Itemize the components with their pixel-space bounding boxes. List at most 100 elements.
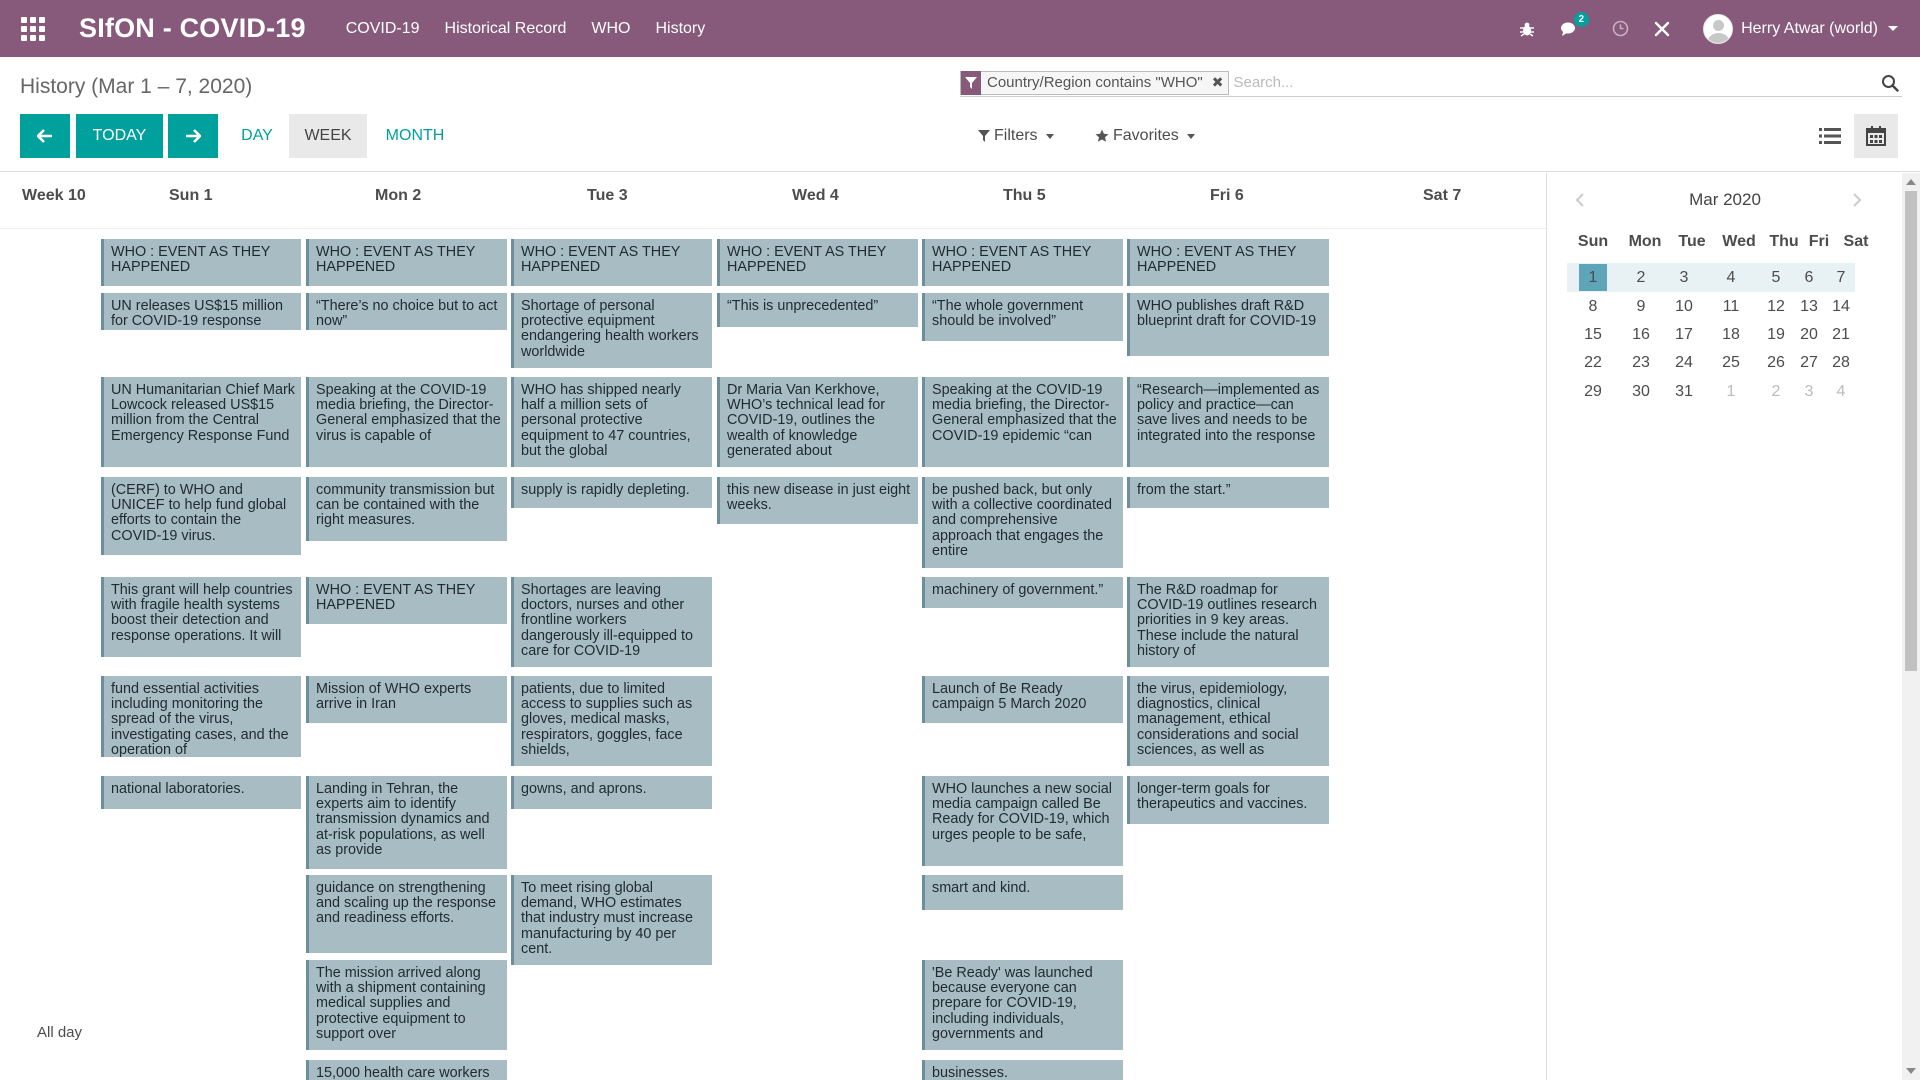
mini-calendar-day[interactable]: 12 [1762, 293, 1790, 320]
calendar-event[interactable]: WHO publishes draft R&D blueprint draft … [1127, 293, 1329, 356]
tools-icon[interactable] [1652, 19, 1672, 39]
scale-month-button[interactable]: MONTH [375, 114, 455, 158]
search-icon[interactable] [1878, 71, 1902, 95]
day-header-wed[interactable]: Wed 4 [792, 187, 839, 205]
mini-calendar-day[interactable]: 7 [1827, 264, 1855, 291]
scale-day-button[interactable]: DAY [232, 114, 282, 158]
messages-icon[interactable]: 2 [1559, 11, 1590, 39]
calendar-event[interactable]: (CERF) to WHO and UNICEF to help fund gl… [101, 477, 301, 555]
calendar-event[interactable]: WHO : EVENT AS THEY HAPPENED [306, 577, 507, 624]
scale-week-button[interactable]: WEEK [289, 114, 367, 158]
calendar-event[interactable]: Landing in Tehran, the experts aim to id… [306, 776, 507, 869]
mini-calendar-day[interactable]: 4 [1717, 264, 1745, 291]
mini-calendar-day[interactable]: 13 [1795, 293, 1823, 320]
scroll-up-arrow[interactable] [1906, 179, 1916, 185]
calendar-event[interactable]: “Research—implemented as policy and prac… [1127, 377, 1329, 467]
calendar-event[interactable]: fund essential activities including moni… [101, 676, 301, 757]
mini-calendar-day[interactable]: 10 [1670, 293, 1698, 320]
calendar-event[interactable]: Shortage of personal protective equipmen… [511, 293, 712, 368]
mini-calendar-day[interactable]: 19 [1762, 321, 1790, 348]
calendar-event[interactable]: patients, due to limited access to suppl… [511, 676, 712, 766]
next-button[interactable] [168, 114, 218, 158]
calendar-event[interactable]: UN releases US$15 million for COVID-19 r… [101, 293, 301, 330]
day-header-thu[interactable]: Thu 5 [1003, 187, 1046, 205]
calendar-event[interactable]: from the start.” [1127, 477, 1329, 508]
calendar-event[interactable]: To meet rising global demand, WHO estima… [511, 875, 712, 965]
calendar-event[interactable]: Dr Maria Van Kerkhove, WHO’s technical l… [717, 377, 918, 467]
calendar-event[interactable]: The mission arrived along with a shipmen… [306, 960, 507, 1050]
prev-button[interactable] [20, 114, 70, 158]
calendar-event[interactable]: Speaking at the COVID-19 media briefing,… [922, 377, 1123, 467]
mini-calendar-day[interactable]: 2 [1627, 264, 1655, 291]
day-header-sun[interactable]: Sun 1 [169, 187, 213, 205]
calendar-event[interactable]: The R&D roadmap for COVID-19 outlines re… [1127, 577, 1329, 667]
calendar-event[interactable]: WHO : EVENT AS THEY HAPPENED [101, 239, 301, 286]
mini-calendar-day[interactable]: 26 [1762, 349, 1790, 376]
calendar-event[interactable]: WHO launches a new social media campaign… [922, 776, 1123, 866]
calendar-event[interactable]: gowns, and aprons. [511, 776, 712, 809]
calendar-event[interactable]: Mission of WHO experts arrive in Iran [306, 676, 507, 723]
mini-calendar-day[interactable]: 14 [1827, 293, 1855, 320]
day-header-mon[interactable]: Mon 2 [375, 187, 421, 205]
favorites-dropdown[interactable]: Favorites [1095, 114, 1195, 158]
calendar-event[interactable]: WHO : EVENT AS THEY HAPPENED [922, 239, 1123, 286]
mini-calendar-day[interactable]: 15 [1579, 321, 1607, 348]
apps-menu-icon[interactable] [21, 16, 45, 41]
mini-calendar-day[interactable]: 18 [1717, 321, 1745, 348]
calendar-event[interactable]: “There’s no choice but to act now” [306, 293, 507, 330]
day-header-tue[interactable]: Tue 3 [587, 187, 628, 205]
calendar-event[interactable]: UN Humanitarian Chief Mark Lowcock relea… [101, 377, 301, 467]
calendar-event[interactable]: 'Be Ready' was launched because everyone… [922, 960, 1123, 1050]
day-header-fri[interactable]: Fri 6 [1210, 187, 1244, 205]
user-menu[interactable]: Herry Atwar (world) [1703, 13, 1898, 44]
list-view-button[interactable] [1808, 114, 1852, 158]
mini-calendar-day[interactable]: 11 [1717, 293, 1745, 320]
mini-calendar-day[interactable]: 24 [1670, 349, 1698, 376]
scroll-thumb[interactable] [1905, 191, 1917, 671]
filters-dropdown[interactable]: Filters [978, 114, 1054, 158]
menu-item-historical-record[interactable]: Historical Record [445, 20, 567, 38]
facet-remove-icon[interactable]: ✖ [1207, 74, 1229, 91]
calendar-event[interactable]: longer-term goals for therapeutics and v… [1127, 776, 1329, 824]
mini-calendar-day[interactable]: 25 [1717, 349, 1745, 376]
today-button[interactable]: TODAY [76, 114, 163, 158]
mini-calendar-day[interactable]: 31 [1670, 378, 1698, 405]
mini-calendar-day[interactable]: 3 [1795, 378, 1823, 405]
calendar-event[interactable]: Shortages are leaving doctors, nurses an… [511, 577, 712, 667]
search-input[interactable] [1233, 74, 1878, 91]
calendar-event[interactable]: “This is unprecedented” [717, 293, 918, 327]
mini-calendar-day[interactable]: 30 [1627, 378, 1655, 405]
calendar-event[interactable]: this new disease in just eight weeks. [717, 477, 918, 524]
mini-calendar-day[interactable]: 4 [1827, 378, 1855, 405]
mini-calendar-day[interactable]: 28 [1827, 349, 1855, 376]
calendar-event[interactable]: guidance on strengthening and scaling up… [306, 875, 507, 953]
calendar-event[interactable]: Launch of Be Ready campaign 5 March 2020 [922, 676, 1123, 723]
calendar-event[interactable]: community transmission but can be contai… [306, 477, 507, 541]
calendar-event[interactable]: Speaking at the COVID-19 media briefing,… [306, 377, 507, 467]
calendar-event[interactable]: the virus, epidemiology, diagnostics, cl… [1127, 676, 1329, 766]
calendar-event[interactable]: WHO : EVENT AS THEY HAPPENED [1127, 239, 1329, 286]
chevron-right-icon[interactable] [1849, 191, 1865, 209]
mini-calendar-day[interactable]: 20 [1795, 321, 1823, 348]
calendar-event[interactable]: smart and kind. [922, 875, 1123, 910]
menu-item-history[interactable]: History [655, 20, 705, 38]
mini-calendar-day[interactable]: 6 [1795, 264, 1823, 291]
mini-calendar-day[interactable]: 8 [1579, 293, 1607, 320]
mini-calendar-day[interactable]: 2 [1762, 378, 1790, 405]
calendar-event[interactable]: 15,000 health care workers [306, 1060, 507, 1080]
mini-calendar-day[interactable]: 3 [1670, 264, 1698, 291]
calendar-event[interactable]: national laboratories. [101, 776, 301, 809]
mini-calendar-day[interactable]: 1 [1579, 264, 1607, 291]
day-header-sat[interactable]: Sat 7 [1423, 187, 1461, 205]
mini-calendar-day[interactable]: 1 [1717, 378, 1745, 405]
mini-calendar-day[interactable]: 23 [1627, 349, 1655, 376]
calendar-event[interactable]: supply is rapidly depleting. [511, 477, 712, 508]
calendar-event[interactable]: WHO : EVENT AS THEY HAPPENED [717, 239, 918, 286]
activity-clock-icon[interactable] [1610, 19, 1630, 39]
mini-calendar-day[interactable]: 27 [1795, 349, 1823, 376]
calendar-event[interactable]: be pushed back, but only with a collecti… [922, 477, 1123, 568]
calendar-event[interactable]: machinery of government.” [922, 577, 1123, 608]
calendar-view-button[interactable] [1854, 114, 1898, 158]
mini-calendar-day[interactable]: 21 [1827, 321, 1855, 348]
calendar-event[interactable]: WHO : EVENT AS THEY HAPPENED [511, 239, 712, 286]
